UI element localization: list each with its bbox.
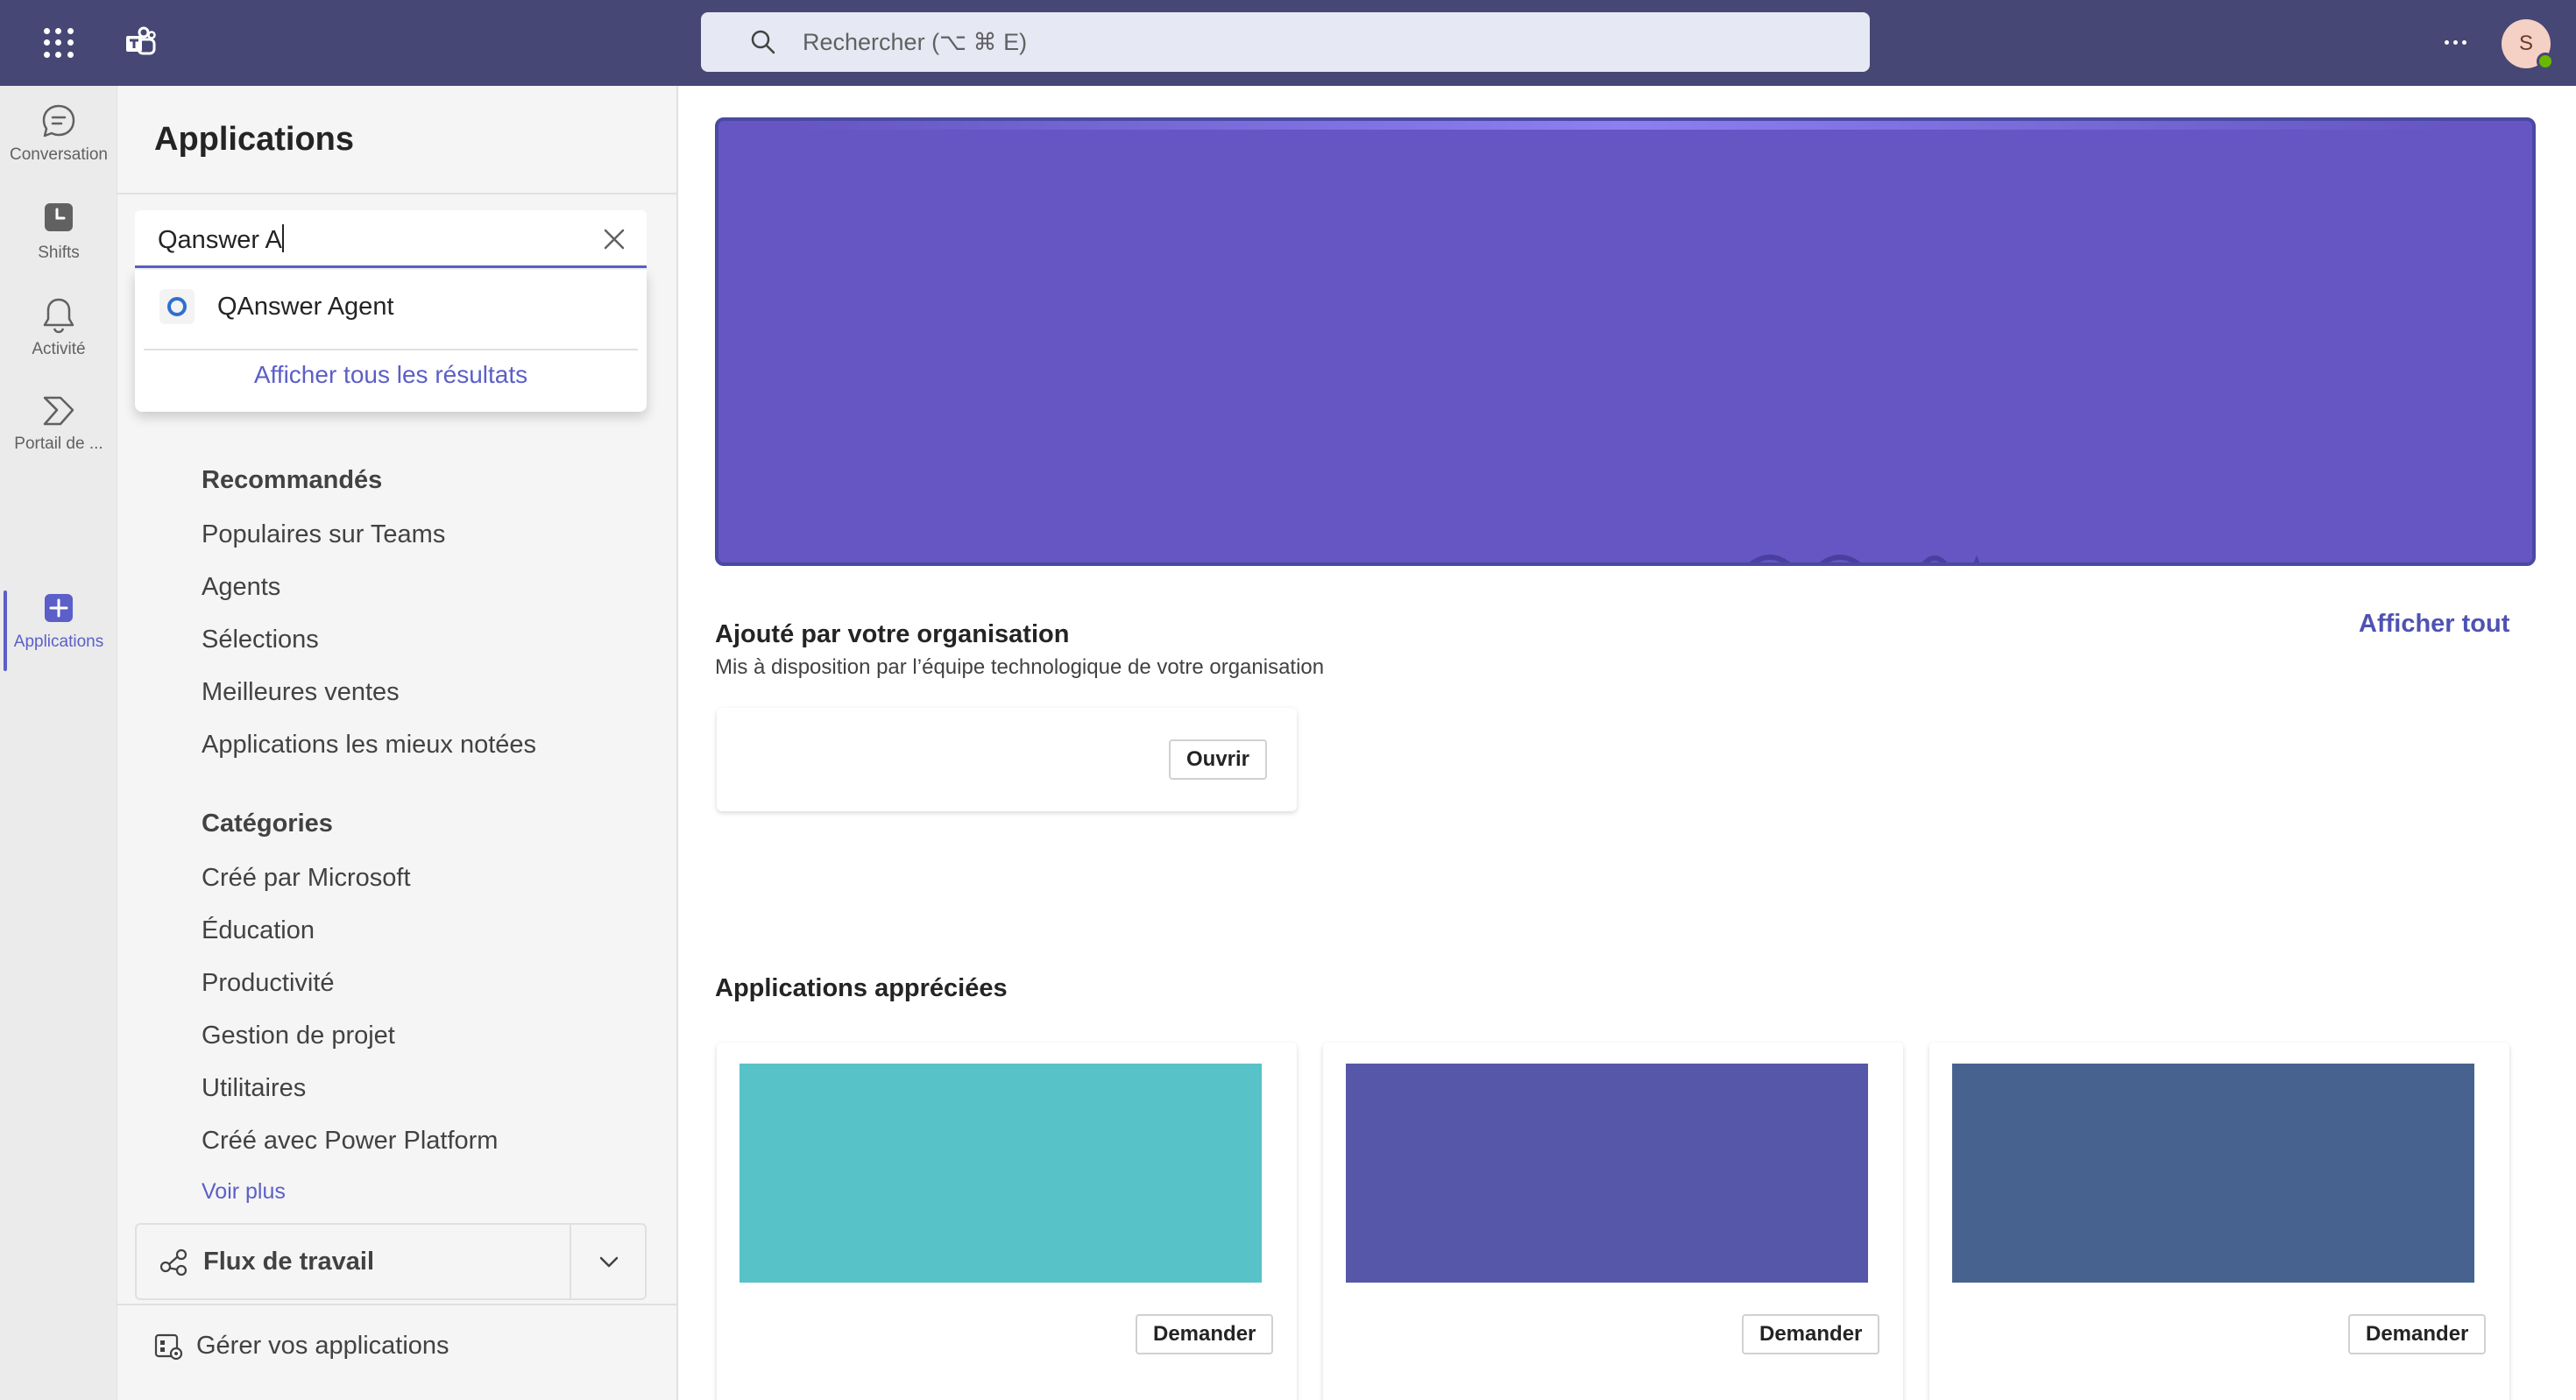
rail-item-conversation[interactable]: Conversation	[0, 102, 117, 187]
suggestion-label: QAnswer Agent	[217, 292, 394, 321]
rail-item-shifts[interactable]: Shifts	[0, 200, 117, 286]
page-title: Applications	[154, 121, 355, 158]
app-thumbnail[interactable]	[1952, 1064, 2474, 1283]
workflows-button[interactable]: Flux de travail	[137, 1225, 570, 1298]
manage-apps-label: Gérer vos applications	[196, 1331, 449, 1360]
liked-app-card[interactable]: Demander	[1929, 1043, 2509, 1400]
featured-banner[interactable]	[715, 117, 2536, 566]
show-all-results-link[interactable]: Afficher tous les résultats	[135, 361, 647, 389]
manage-apps-button[interactable]: Gérer vos applications	[152, 1330, 449, 1361]
category-utilities[interactable]: Utilitaires	[202, 1074, 306, 1103]
request-button[interactable]: Demander	[1742, 1314, 1880, 1354]
category-microsoft[interactable]: Créé par Microsoft	[202, 864, 411, 893]
shifts-icon	[45, 203, 73, 231]
category-productivity[interactable]: Productivité	[202, 969, 335, 998]
rail-item-portal[interactable]: Portail de ...	[0, 391, 117, 477]
liked-app-card[interactable]: Demander	[1323, 1043, 1903, 1400]
org-app-card[interactable]: Ouvrir	[717, 708, 1297, 811]
apps-main-content: Ajouté par votre organisation Mis à disp…	[680, 86, 2576, 1400]
app-rail: Conversation Shifts Activité Portail de …	[0, 86, 117, 1400]
rail-item-label: Shifts	[38, 244, 80, 262]
search-input-value: Qanswer A	[158, 226, 282, 254]
recommended-heading: Recommandés	[202, 466, 383, 494]
banner-artwork	[1749, 555, 1980, 562]
presence-status-icon	[2537, 53, 2554, 70]
manage-apps-icon	[154, 1333, 183, 1361]
nav-link-popular[interactable]: Populaires sur Teams	[202, 520, 445, 549]
divider	[117, 1304, 678, 1305]
org-section-title: Ajouté par votre organisation	[715, 620, 1070, 648]
text-caret	[281, 224, 284, 252]
bell-icon	[43, 298, 74, 334]
apps-plus-icon	[45, 594, 73, 622]
workflow-icon	[159, 1248, 188, 1276]
search-placeholder: Rechercher (⌥ ⌘ E)	[803, 28, 1028, 55]
category-project-management[interactable]: Gestion de projet	[202, 1022, 395, 1050]
search-icon	[751, 30, 775, 54]
rail-item-label: Activité	[32, 340, 86, 358]
teams-logo-icon[interactable]	[121, 23, 159, 61]
chevron-down-icon	[599, 1256, 619, 1268]
liked-apps-title: Applications appréciées	[715, 974, 1008, 1002]
more-options-icon[interactable]	[2436, 23, 2474, 61]
app-launcher-icon[interactable]	[40, 25, 77, 61]
org-section-subtitle: Mis à disposition par l’équipe technolog…	[715, 655, 1325, 679]
avatar-initial: S	[2518, 32, 2533, 55]
portal-icon	[43, 396, 74, 426]
workflows-label: Flux de travail	[203, 1247, 375, 1276]
app-thumbnail[interactable]	[1346, 1064, 1868, 1283]
nav-link-best-sellers[interactable]: Meilleures ventes	[202, 678, 400, 707]
rail-item-applications[interactable]: Applications	[0, 589, 117, 675]
liked-app-card[interactable]: Demander	[717, 1043, 1297, 1400]
nav-link-agents[interactable]: Agents	[202, 573, 280, 602]
request-button[interactable]: Demander	[2348, 1314, 2487, 1354]
divider	[117, 193, 678, 194]
see-more-link[interactable]: Voir plus	[202, 1179, 286, 1205]
nav-link-selections[interactable]: Sélections	[202, 626, 319, 654]
global-search-bar[interactable]: Rechercher (⌥ ⌘ E)	[701, 12, 1870, 72]
rail-item-label: Portail de ...	[14, 435, 103, 453]
close-icon[interactable]	[601, 226, 627, 252]
rail-item-activity[interactable]: Activité	[0, 296, 117, 382]
see-all-link[interactable]: Afficher tout	[2359, 610, 2509, 639]
divider	[144, 349, 638, 350]
nav-link-top-rated[interactable]: Applications les mieux notées	[202, 731, 536, 760]
categories-heading: Catégories	[202, 810, 333, 838]
category-education[interactable]: Éducation	[202, 916, 315, 945]
app-icon	[159, 289, 195, 324]
workflows-expand-button[interactable]	[571, 1225, 647, 1298]
request-button[interactable]: Demander	[1136, 1314, 1274, 1354]
app-thumbnail[interactable]	[740, 1064, 1262, 1283]
open-button[interactable]: Ouvrir	[1169, 739, 1268, 780]
chat-icon	[42, 104, 75, 138]
search-suggestions-dropdown: QAnswer Agent Afficher tous les résultat…	[135, 270, 647, 412]
suggestion-qanswer-agent[interactable]: QAnswer Agent	[142, 277, 640, 336]
apps-search-input[interactable]: Qanswer A	[135, 210, 647, 268]
workflows-section: Flux de travail	[135, 1223, 647, 1300]
avatar[interactable]: S	[2502, 19, 2554, 70]
rail-item-label: Applications	[13, 633, 104, 651]
banner-glow	[789, 121, 2453, 130]
top-bar: Rechercher (⌥ ⌘ E) S	[0, 0, 2576, 86]
apps-sidebar: Applications Qanswer A QAnswer Agent Aff…	[117, 86, 678, 1400]
rail-item-label: Conversation	[10, 145, 108, 164]
category-power-platform[interactable]: Créé avec Power Platform	[202, 1127, 498, 1156]
